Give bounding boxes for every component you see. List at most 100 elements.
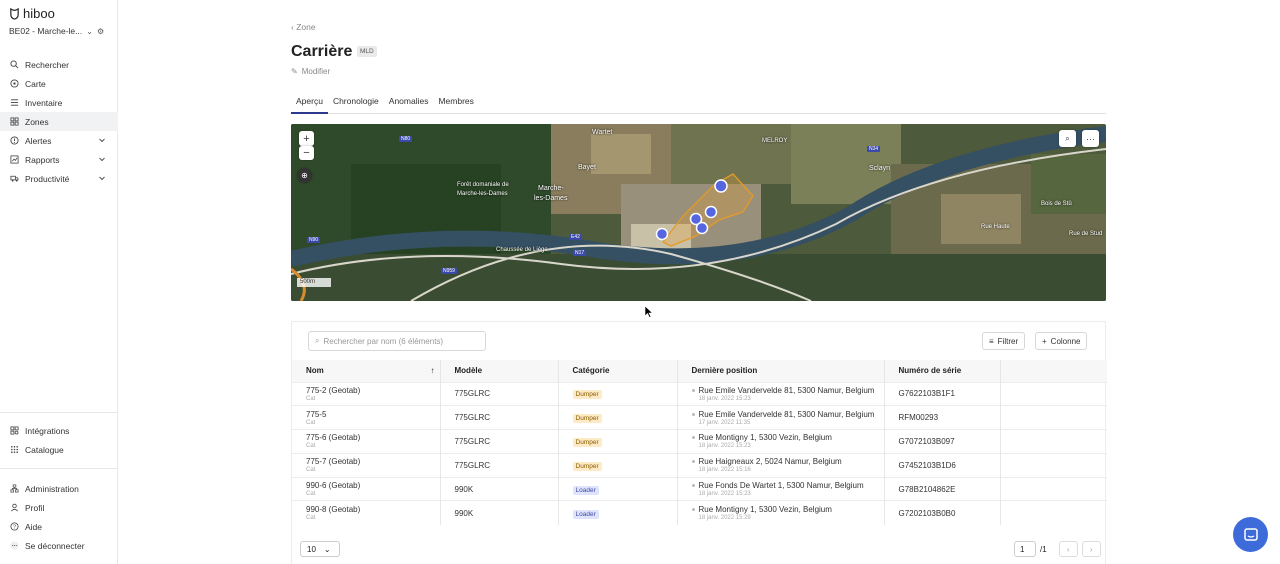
map-pin-icon — [10, 79, 19, 88]
column-header-modele[interactable]: Modèle — [440, 360, 559, 382]
sidebar-item-productivite[interactable]: Productivité — [0, 169, 118, 188]
table-row[interactable]: 775-7 (Geotab) Cat 775GLRC Dumper Rue Hai… — [292, 452, 1107, 478]
position-date: 18 janv. 2022 15:23 — [698, 491, 751, 498]
prev-page-button[interactable]: ‹ — [1058, 541, 1078, 557]
asset-name[interactable]: 775-7 (Geotab) — [306, 457, 360, 466]
tab-membres[interactable]: Membres — [433, 93, 478, 114]
secondary-nav: Intégrations Catalogue — [0, 421, 118, 459]
column-header-nom[interactable]: Nom ↑ — [292, 360, 441, 382]
sidebar-item-label: Catalogue — [25, 444, 64, 455]
pagination: 1 /1 ‹ › — [1014, 541, 1101, 557]
table-row[interactable]: 990-8 (Geotab) Cat 990K Loader Rue Montig… — [292, 500, 1107, 525]
asset-name[interactable]: 775-6 (Geotab) — [306, 433, 360, 442]
serial-number: G78B2104862E — [884, 476, 1001, 501]
tab-anomalies[interactable]: Anomalies — [384, 93, 434, 114]
asset-model: 775GLRC — [440, 405, 559, 430]
table-row[interactable]: 775-6 (Geotab) Cat 775GLRC Dumper Rue Mon… — [292, 429, 1107, 454]
page-size-select[interactable]: 10 ⌄ — [300, 541, 340, 557]
map-scale: 500m — [297, 278, 331, 287]
sidebar-item-integrations[interactable]: Intégrations — [0, 421, 118, 440]
column-header-position[interactable]: Dernière position — [677, 360, 885, 382]
sidebar-item-label: Intégrations — [25, 425, 70, 436]
org-selector[interactable]: BE02 - Marche-le... ⌄ ⚙ — [9, 26, 104, 36]
table-row[interactable]: 775-5 Cat 775GLRC Dumper Rue Emile Vander… — [292, 405, 1107, 430]
asset-model: 990K — [440, 500, 559, 525]
position-dot-icon — [691, 412, 695, 416]
edit-link[interactable]: ✎ Modifier — [291, 67, 330, 76]
sidebar-item-aide[interactable]: ? Aide — [0, 517, 118, 536]
main-content: ‹ Zone Carrière MLD ✎ Modifier Aperçu Ch… — [119, 0, 1280, 564]
footer-nav: Administration Profil ? Aide Se déconnec… — [0, 479, 118, 555]
sidebar-item-label: Aide — [25, 521, 43, 532]
filter-button[interactable]: ≡ Filtrer — [982, 332, 1026, 350]
logo-text: hiboo — [23, 6, 55, 21]
sidebar-item-label: Rechercher — [25, 59, 69, 70]
chevron-right-icon: › — [1089, 544, 1093, 554]
empty-cell — [1000, 452, 1107, 478]
sidebar-item-label: Se déconnecter — [25, 540, 85, 551]
chevron-down-icon — [99, 138, 105, 143]
asset-name[interactable]: 990-6 (Geotab) — [306, 481, 360, 490]
column-button[interactable]: + Colonne — [1035, 332, 1088, 350]
mouse-cursor-icon — [645, 306, 653, 318]
sidebar-item-logout[interactable]: Se déconnecter — [0, 536, 118, 555]
tab-chronologie[interactable]: Chronologie — [328, 93, 384, 114]
asset-model: 775GLRC — [440, 429, 559, 454]
sidebar-item-rapports[interactable]: Rapports — [0, 150, 118, 169]
column-header-serie[interactable]: Numéro de série — [884, 360, 1001, 382]
asset-model: 990K — [440, 476, 559, 501]
table-search-input[interactable]: ⌕ Rechercher par nom (6 éléments) — [308, 331, 486, 351]
position-date: 18 janv. 2022 15:16 — [698, 467, 751, 474]
logo[interactable]: hiboo — [9, 6, 55, 21]
next-page-button[interactable]: › — [1081, 541, 1101, 557]
sidebar-item-zones[interactable]: Zones — [0, 112, 118, 131]
breadcrumb-link[interactable]: Zone — [296, 22, 315, 32]
position-address: Rue Montigny 1, 5300 Vezin, Belgium — [698, 433, 832, 443]
edit-label: Modifier — [301, 67, 331, 76]
sidebar-item-inventaire[interactable]: Inventaire — [0, 93, 118, 112]
position-address: Rue Fonds De Wartet 1, 5300 Namur, Belgi… — [698, 481, 864, 491]
sidebar-item-profil[interactable]: Profil — [0, 498, 118, 517]
serial-number: G7452103B1D6 — [884, 452, 1001, 478]
position-date: 18 janv. 2022 15:29 — [698, 515, 751, 522]
table-header-row: Nom ↑ Modèle Catégorie Dernière position … — [292, 360, 1107, 382]
sidebar-item-label: Profil — [25, 502, 45, 513]
svg-text:?: ? — [13, 525, 16, 531]
asset-marker — [714, 179, 728, 193]
breadcrumb[interactable]: ‹ Zone — [291, 22, 316, 32]
filter-icon: ≡ — [989, 336, 994, 346]
chat-support-button[interactable] — [1233, 517, 1268, 552]
sidebar-item-rechercher[interactable]: Rechercher — [0, 55, 118, 74]
empty-cell — [1000, 500, 1107, 525]
table-row[interactable]: 775-2 (Geotab) Cat 775GLRC Dumper Rue Emi… — [292, 381, 1107, 406]
category-badge: Dumper — [572, 437, 602, 447]
filter-label: Filtrer — [997, 336, 1019, 346]
sidebar-item-label: Carte — [25, 78, 46, 89]
tab-apercu[interactable]: Aperçu — [291, 93, 328, 114]
sidebar-item-label: Inventaire — [25, 97, 63, 108]
sidebar-item-label: Alertes — [25, 135, 52, 146]
list-icon — [10, 98, 19, 107]
gear-icon[interactable]: ⚙ — [97, 27, 104, 36]
sidebar-item-administration[interactable]: Administration — [0, 479, 118, 498]
sidebar-item-catalogue[interactable]: Catalogue — [0, 440, 118, 459]
sidebar-item-carte[interactable]: Carte — [0, 74, 118, 93]
zone-map[interactable]: + − ⊕ ⌕ ··· Wartet MELROY Bayet Forêt do… — [291, 124, 1106, 301]
sort-arrow-up-icon[interactable]: ↑ — [431, 366, 435, 375]
sidebar-item-alertes[interactable]: Alertes — [0, 131, 118, 150]
page-input[interactable]: 1 — [1014, 541, 1036, 557]
position-address: Rue Montigny 1, 5300 Vezin, Belgium — [698, 505, 832, 515]
asset-name[interactable]: 775-2 (Geotab) — [306, 386, 360, 395]
position-address: Rue Haigneaux 2, 5024 Namur, Belgium — [698, 457, 842, 467]
column-header-categorie[interactable]: Catégorie — [558, 360, 678, 382]
asset-name[interactable]: 775-5 — [306, 410, 326, 419]
table-row[interactable]: 990-6 (Geotab) Cat 990K Loader Rue Fonds … — [292, 476, 1107, 501]
serial-number: RFM00293 — [884, 405, 1001, 430]
category-badge: Dumper — [572, 390, 602, 400]
position-date: 18 janv. 2022 15:23 — [698, 443, 751, 450]
asset-name[interactable]: 990-8 (Geotab) — [306, 505, 360, 514]
empty-cell — [1000, 381, 1107, 406]
chevron-down-icon: ⌄ — [323, 544, 331, 554]
zone-code-badge: MLD — [357, 46, 377, 57]
position-dot-icon — [691, 460, 695, 464]
